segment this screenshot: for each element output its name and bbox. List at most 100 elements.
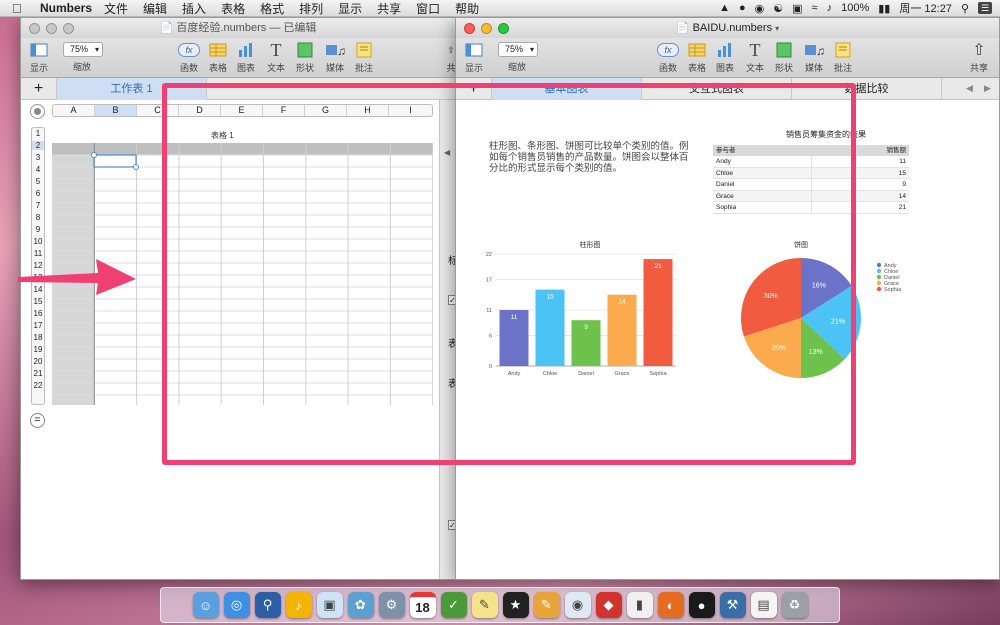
dock-firefox-icon[interactable]: ◐ — [657, 592, 684, 618]
row-header-10[interactable]: 10 — [32, 237, 44, 246]
dock-trash-icon[interactable]: ♻ — [781, 592, 808, 618]
table-row[interactable]: Chloe 15 — [713, 167, 909, 179]
view-button[interactable]: 显示 — [27, 40, 51, 74]
menu-arrange[interactable]: 排列 — [299, 0, 323, 17]
menu-window[interactable]: 窗口 — [416, 0, 440, 17]
add-row-button[interactable]: = — [30, 413, 45, 428]
table-button[interactable]: 表格 — [207, 40, 229, 74]
wifi-icon[interactable]: ≈ — [812, 2, 818, 14]
row-header-16[interactable]: 16 — [32, 309, 44, 318]
zoom-select[interactable]: 75% — [63, 42, 103, 57]
dock-finder-icon[interactable]: ☺ — [192, 592, 219, 618]
dock-preview-icon[interactable]: ▣ — [316, 592, 343, 618]
column-header-b[interactable]: B — [95, 105, 137, 116]
title-chevron-icon[interactable]: ▾ — [775, 24, 779, 33]
qq-status-icon[interactable]: ● — [739, 2, 746, 14]
battery-icon[interactable]: ▮▮ — [878, 2, 890, 15]
table-row[interactable]: Sophia 21 — [713, 202, 909, 214]
sync-icon[interactable]: ☯ — [773, 2, 783, 15]
dock-chrome-icon[interactable]: ◉ — [564, 592, 591, 618]
notification-icon[interactable]: ▲ — [719, 2, 730, 14]
clock[interactable]: 周一 12:27 — [899, 0, 952, 16]
right-title-bar[interactable]: 📄 BAIDU.numbers ▾ — [456, 18, 999, 38]
menu-format[interactable]: 格式 — [260, 0, 284, 17]
row-header-19[interactable]: 19 — [32, 345, 44, 354]
dock-itunes-icon[interactable]: ♪ — [285, 592, 312, 618]
row-header-18[interactable]: 18 — [32, 333, 44, 342]
row-header-8[interactable]: 8 — [32, 213, 44, 222]
menu-insert[interactable]: 插入 — [182, 0, 206, 17]
row-header-4[interactable]: 4 — [32, 165, 44, 174]
view-button[interactable]: 显示 — [462, 40, 486, 74]
minimize-window-button[interactable] — [46, 23, 57, 34]
dock-imovie-icon[interactable]: ★ — [502, 592, 529, 618]
column-header-g[interactable]: G — [305, 105, 347, 116]
minimize-window-button[interactable] — [481, 23, 492, 34]
row-header-5[interactable]: 5 — [32, 177, 44, 186]
tab-interactive-charts[interactable]: 交互式图表 — [642, 78, 792, 100]
row-header-21[interactable]: 21 — [32, 369, 44, 378]
text-button[interactable]: T 文本 — [265, 40, 287, 74]
shape-button[interactable]: 形状 — [772, 40, 796, 74]
row-header-3[interactable]: 3 — [32, 153, 44, 162]
spotlight-menu-icon[interactable]: ⚲ — [961, 2, 969, 15]
zoom-select[interactable]: 75% — [498, 42, 538, 57]
dock-photos-icon[interactable]: ✿ — [347, 592, 374, 618]
dock-numbers-icon[interactable]: ▮ — [626, 592, 653, 618]
battery-percent[interactable]: 100% — [841, 2, 869, 14]
row-header-2[interactable]: 2 — [32, 141, 44, 150]
column-header-i[interactable]: I — [389, 105, 432, 116]
pie-chart[interactable]: 饼图 16%21%13%20%30% AndyChloeDanielGraceS… — [726, 238, 926, 383]
row-header-22[interactable]: 22 — [32, 381, 44, 390]
share-button[interactable]: ⇧ 共享 — [966, 40, 992, 74]
dock-migration-icon[interactable]: ⚙ — [378, 592, 405, 618]
bar-chloe[interactable] — [535, 289, 565, 366]
tab-basic-charts[interactable]: 基本图表 — [492, 78, 642, 100]
row-header-20[interactable]: 20 — [32, 357, 44, 366]
row-header-9[interactable]: 9 — [32, 225, 44, 234]
menu-edit[interactable]: 编辑 — [143, 0, 167, 17]
shape-button[interactable]: 形状 — [293, 40, 317, 74]
text-button[interactable]: T 文本 — [744, 40, 766, 74]
bar-sophia[interactable] — [643, 259, 673, 366]
tab-scroll-left-icon[interactable]: ◀ — [966, 83, 973, 94]
add-sheet-button[interactable]: + — [456, 78, 492, 100]
tab-scroll-right-icon[interactable]: ▶ — [984, 83, 991, 94]
column-header-f[interactable]: F — [263, 105, 305, 116]
chart-button[interactable]: 图表 — [235, 40, 257, 74]
notification-center-icon[interactable]: ☰ — [978, 2, 992, 14]
bar-chart[interactable]: 柱形图 0 6 11 17 22 11 Andy 15 Chloe 9 Daniel 14 Grace 2… — [478, 238, 683, 383]
app-menu[interactable]: Numbers — [40, 1, 92, 15]
dock-safari-icon[interactable]: ◎ — [223, 592, 250, 618]
table-row[interactable]: Daniel 9 — [713, 179, 909, 191]
select-all-button[interactable] — [30, 104, 45, 119]
app-status-icon[interactable]: ▣ — [792, 2, 802, 15]
share-button[interactable]: ⇧ 共 — [441, 40, 455, 74]
function-button[interactable]: fx 函数 — [175, 40, 203, 74]
media-button[interactable]: ♫ 媒体 — [323, 40, 347, 74]
chart-button[interactable]: 图表 — [714, 40, 736, 74]
column-header-e[interactable]: E — [221, 105, 263, 116]
menu-view[interactable]: 显示 — [338, 0, 362, 17]
dock-spotlight-icon[interactable]: ⚲ — [254, 592, 281, 618]
row-header-6[interactable]: 6 — [32, 189, 44, 198]
dock-notes-icon[interactable]: ✎ — [471, 592, 498, 618]
zoom-window-button[interactable] — [63, 23, 74, 34]
volume-icon[interactable]: ♪ — [827, 2, 833, 14]
row-header-7[interactable]: 7 — [32, 201, 44, 210]
tab-sheet-1[interactable]: 工作表 1 — [57, 78, 207, 100]
dock-evernote-icon[interactable]: ✓ — [440, 592, 467, 618]
description-text[interactable]: 柱形图、条形图、饼图可比较单个类别的值。例如每个销售员销售的产品数量。饼图会以整… — [489, 141, 694, 174]
dock-pages-icon[interactable]: ✎ — [533, 592, 560, 618]
add-sheet-button[interactable]: + — [21, 78, 57, 100]
row-header-1[interactable]: 1 — [32, 129, 44, 138]
function-button[interactable]: fx 函数 — [654, 40, 682, 74]
media-button[interactable]: ♫ 媒体 — [802, 40, 826, 74]
data-table[interactable]: 销售员筹集资金的结果 参与者 销售额 Andy 11 Chloe 15 Daniel 9 G… — [713, 129, 909, 214]
close-window-button[interactable] — [29, 23, 40, 34]
table-button[interactable]: 表格 — [686, 40, 708, 74]
column-header-a[interactable]: A — [53, 105, 95, 116]
menu-help[interactable]: 帮助 — [455, 0, 479, 17]
dock-document-icon[interactable]: ▤ — [750, 592, 777, 618]
menu-table[interactable]: 表格 — [221, 0, 245, 17]
